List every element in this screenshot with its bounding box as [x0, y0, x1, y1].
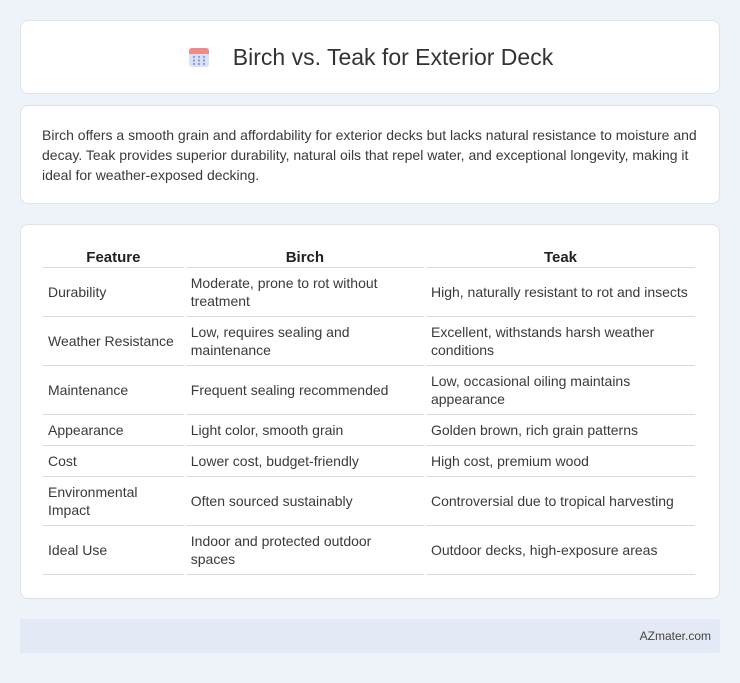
table-cell: Frequent sealing recommended [185, 366, 424, 415]
table-cell: High cost, premium wood [425, 446, 695, 477]
table-cell: Outdoor decks, high-exposure areas [425, 526, 695, 575]
table-cell: Appearance [43, 415, 184, 446]
table-cell: Cost [43, 446, 184, 477]
table-cell: Lower cost, budget-friendly [185, 446, 424, 477]
table-cell: Moderate, prone to rot without treatment [185, 268, 424, 317]
table-row: Maintenance Frequent sealing recommended… [43, 366, 695, 415]
table-cell: Low, occasional oiling maintains appeara… [425, 366, 695, 415]
page-title: Birch vs. Teak for Exterior Deck [232, 43, 554, 70]
summary-text: Birch offers a smooth grain and affordab… [42, 127, 697, 183]
table-row: Environmental Impact Often sourced susta… [43, 477, 695, 526]
table-cell: Indoor and protected outdoor spaces [185, 526, 424, 575]
column-header: Teak [425, 245, 695, 268]
table-header-row: Feature Birch Teak [43, 245, 695, 268]
table-cell: High, naturally resistant to rot and ins… [425, 268, 695, 317]
comparison-table-card: Feature Birch Teak Durability Moderate, … [20, 224, 720, 599]
table-cell: Low, requires sealing and maintenance [185, 317, 424, 366]
table-cell: Often sourced sustainably [185, 477, 424, 526]
table-cell: Weather Resistance [43, 317, 184, 366]
table-cell: Ideal Use [43, 526, 184, 575]
table-row: Ideal Use Indoor and protected outdoor s… [43, 526, 695, 575]
table-cell: Excellent, withstands harsh weather cond… [425, 317, 695, 366]
table-cell: Maintenance [43, 366, 184, 415]
table-row: Weather Resistance Low, requires sealing… [43, 317, 695, 366]
table-cell: Durability [43, 268, 184, 317]
table-cell: Environmental Impact [43, 477, 184, 526]
table-cell: Controversial due to tropical harvesting [425, 477, 695, 526]
column-header: Birch [185, 245, 424, 268]
footer: AZmater.com [20, 619, 720, 653]
footer-brand: AZmater.com [639, 629, 711, 643]
title-card: Birch vs. Teak for Exterior Deck [20, 20, 720, 94]
calendar-icon [188, 48, 209, 67]
table-cell: Golden brown, rich grain patterns [425, 415, 695, 446]
column-header: Feature [43, 245, 184, 268]
table-cell: Light color, smooth grain [185, 415, 424, 446]
table-row: Appearance Light color, smooth grain Gol… [43, 415, 695, 446]
table-row: Durability Moderate, prone to rot withou… [43, 268, 695, 317]
table-row: Cost Lower cost, budget-friendly High co… [43, 446, 695, 477]
comparison-table: Feature Birch Teak Durability Moderate, … [41, 245, 697, 575]
summary-card: Birch offers a smooth grain and affordab… [20, 105, 720, 204]
